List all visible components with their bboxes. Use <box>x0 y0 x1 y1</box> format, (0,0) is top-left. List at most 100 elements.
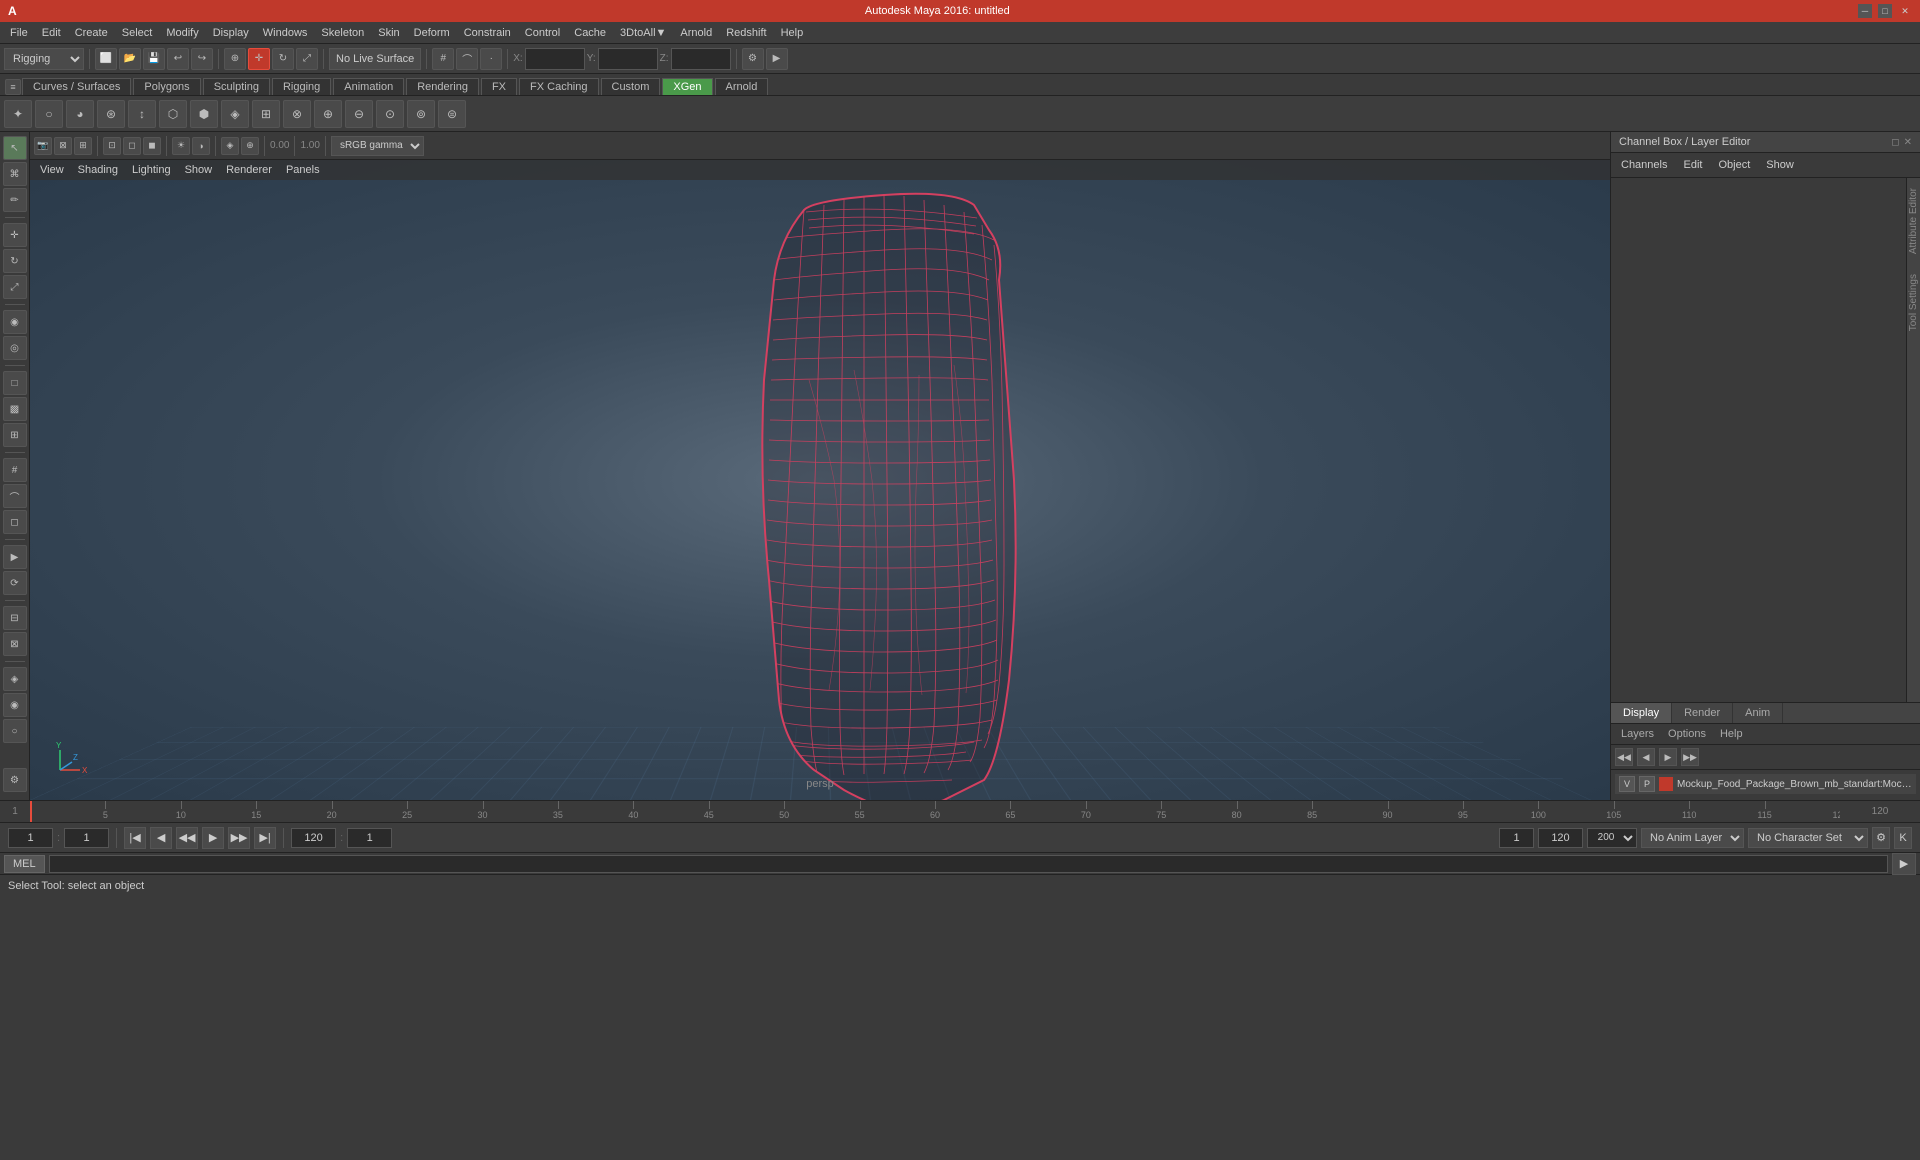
move-btn[interactable]: ✛ <box>3 223 27 247</box>
object-mode-btn[interactable]: □ <box>3 371 27 395</box>
shelf-tab-arnold[interactable]: Arnold <box>715 78 769 95</box>
prev-frame-btn[interactable]: ◀ <box>150 827 172 849</box>
shelf-icon-11[interactable]: ⊕ <box>314 100 342 128</box>
channel-box-float-btn[interactable]: ◻ <box>1891 137 1899 148</box>
frame-rate-select[interactable]: 200 <box>1587 828 1637 848</box>
render-btn[interactable]: ▶ <box>766 48 788 70</box>
snap-point[interactable]: · <box>480 48 502 70</box>
vp-menu-panels[interactable]: Panels <box>280 162 326 178</box>
cb-edit-menu[interactable]: Edit <box>1677 157 1708 173</box>
step-back-btn[interactable]: |◀ <box>124 827 146 849</box>
misc-btn3[interactable]: ○ <box>3 719 27 743</box>
vp-camera-btn[interactable]: 📷 <box>34 137 52 155</box>
z-field[interactable] <box>671 48 731 70</box>
cb-show-menu[interactable]: Show <box>1760 157 1800 173</box>
snap-grid-btn[interactable]: # <box>3 458 27 482</box>
playback-start-field[interactable] <box>1499 828 1534 848</box>
shelf-icon-10[interactable]: ⊗ <box>283 100 311 128</box>
shelf-icon-12[interactable]: ⊖ <box>345 100 373 128</box>
menu-item-redshift[interactable]: Redshift <box>720 25 772 41</box>
mode-dropdown[interactable]: Rigging <box>4 48 84 70</box>
snap-surface-btn[interactable]: ◻ <box>3 510 27 534</box>
auto-key-btn[interactable]: K <box>1894 827 1912 849</box>
help-menu[interactable]: Help <box>1714 726 1749 742</box>
bottom-btn1[interactable]: ⚙ <box>3 768 27 792</box>
channel-box-close-btn[interactable]: ✕ <box>1904 137 1912 148</box>
component-btn[interactable]: ▩ <box>3 397 27 421</box>
menu-item-display[interactable]: Display <box>207 25 255 41</box>
layer-playback[interactable]: P <box>1639 776 1655 792</box>
misc-btn1[interactable]: ◈ <box>3 667 27 691</box>
play-back-btn[interactable]: ◀◀ <box>176 827 198 849</box>
viewport-3d[interactable]: View Shading Lighting Show Renderer Pane… <box>30 160 1610 800</box>
timeline-ruler[interactable]: 5101520253035404550556065707580859095100… <box>30 801 1840 823</box>
menu-item-help[interactable]: Help <box>775 25 810 41</box>
char-set-options-btn[interactable]: ⚙ <box>1872 827 1890 849</box>
layer-tab-render[interactable]: Render <box>1672 703 1733 723</box>
menu-item-cache[interactable]: Cache <box>568 25 612 41</box>
menu-item-skeleton[interactable]: Skeleton <box>315 25 370 41</box>
vp-xray[interactable]: ⊕ <box>241 137 259 155</box>
new-scene-btn[interactable]: ⬜ <box>95 48 117 70</box>
move-tool[interactable]: ✛ <box>248 48 270 70</box>
playhead[interactable] <box>30 801 32 823</box>
scale-btn[interactable]: ⤢ <box>3 275 27 299</box>
shelf-icon-5[interactable]: ↕ <box>128 100 156 128</box>
mel-input[interactable] <box>49 855 1888 873</box>
shelf-icon-8[interactable]: ◈ <box>221 100 249 128</box>
layers-menu[interactable]: Layers <box>1615 726 1660 742</box>
maximize-button[interactable]: □ <box>1878 4 1892 18</box>
open-btn[interactable]: 📂 <box>119 48 141 70</box>
cb-channels-menu[interactable]: Channels <box>1615 157 1673 173</box>
menu-item-edit[interactable]: Edit <box>36 25 67 41</box>
range-end-field[interactable] <box>291 828 336 848</box>
show-manip-btn[interactable]: ◎ <box>3 336 27 360</box>
redo-btn[interactable]: ↪ <box>191 48 213 70</box>
undo-btn[interactable]: ↩ <box>167 48 189 70</box>
menu-item-deform[interactable]: Deform <box>408 25 456 41</box>
vp-isolate[interactable]: ◈ <box>221 137 239 155</box>
ipr-btn[interactable]: ⟳ <box>3 571 27 595</box>
cb-object-menu[interactable]: Object <box>1712 157 1756 173</box>
shelf-icon-7[interactable]: ⬢ <box>190 100 218 128</box>
menu-item-3dtoall▼[interactable]: 3DtoAll▼ <box>614 25 672 41</box>
char-set-select[interactable]: No Character Set <box>1748 828 1868 848</box>
menu-item-create[interactable]: Create <box>69 25 114 41</box>
shelf-tab-polygons[interactable]: Polygons <box>133 78 200 95</box>
gamma-select[interactable]: sRGB gamma <box>331 136 424 156</box>
menu-item-select[interactable]: Select <box>116 25 159 41</box>
current-frame-field2[interactable] <box>347 828 392 848</box>
layer-next-btn[interactable]: ▶▶ <box>1681 748 1699 766</box>
vp-frame-btn[interactable]: ⊞ <box>74 137 92 155</box>
select-tool[interactable]: ⊕ <box>224 48 246 70</box>
menu-item-skin[interactable]: Skin <box>372 25 405 41</box>
shelf-tab-fx[interactable]: FX <box>481 78 517 95</box>
close-button[interactable]: ✕ <box>1898 4 1912 18</box>
vp-shaded[interactable]: ◼ <box>143 137 161 155</box>
snap-curve-btn[interactable]: ⌒ <box>3 484 27 508</box>
anim-layer-select[interactable]: No Anim Layer <box>1641 828 1744 848</box>
range-start-field[interactable] <box>64 828 109 848</box>
shelf-tab-curves---surfaces[interactable]: Curves / Surfaces <box>22 78 131 95</box>
snap-grid[interactable]: # <box>432 48 454 70</box>
shelf-icon-14[interactable]: ⊚ <box>407 100 435 128</box>
x-field[interactable] <box>525 48 585 70</box>
menu-item-file[interactable]: File <box>4 25 34 41</box>
playback-end-field[interactable] <box>1538 828 1583 848</box>
show-ui-btn[interactable]: ⊟ <box>3 606 27 630</box>
play-fwd-btn[interactable]: ▶ <box>202 827 224 849</box>
shelf-icon-9[interactable]: ⊞ <box>252 100 280 128</box>
shelf-icon-1[interactable]: ✦ <box>4 100 32 128</box>
menu-item-control[interactable]: Control <box>519 25 566 41</box>
vp-lights[interactable]: ☀ <box>172 137 190 155</box>
rotate-btn[interactable]: ↻ <box>3 249 27 273</box>
layer-prev-btn[interactable]: ◀◀ <box>1615 748 1633 766</box>
mel-label[interactable]: MEL <box>4 855 45 873</box>
shelf-icon-4[interactable]: ⊛ <box>97 100 125 128</box>
vp-shadows[interactable]: ◑ <box>192 137 210 155</box>
select-tool-btn[interactable]: ↖ <box>3 136 27 160</box>
layer-item[interactable]: V P Mockup_Food_Package_Brown_mb_standar… <box>1615 774 1916 794</box>
menu-item-windows[interactable]: Windows <box>257 25 314 41</box>
vp-wireframe[interactable]: ⊡ <box>103 137 121 155</box>
vp-fit-btn[interactable]: ⊠ <box>54 137 72 155</box>
